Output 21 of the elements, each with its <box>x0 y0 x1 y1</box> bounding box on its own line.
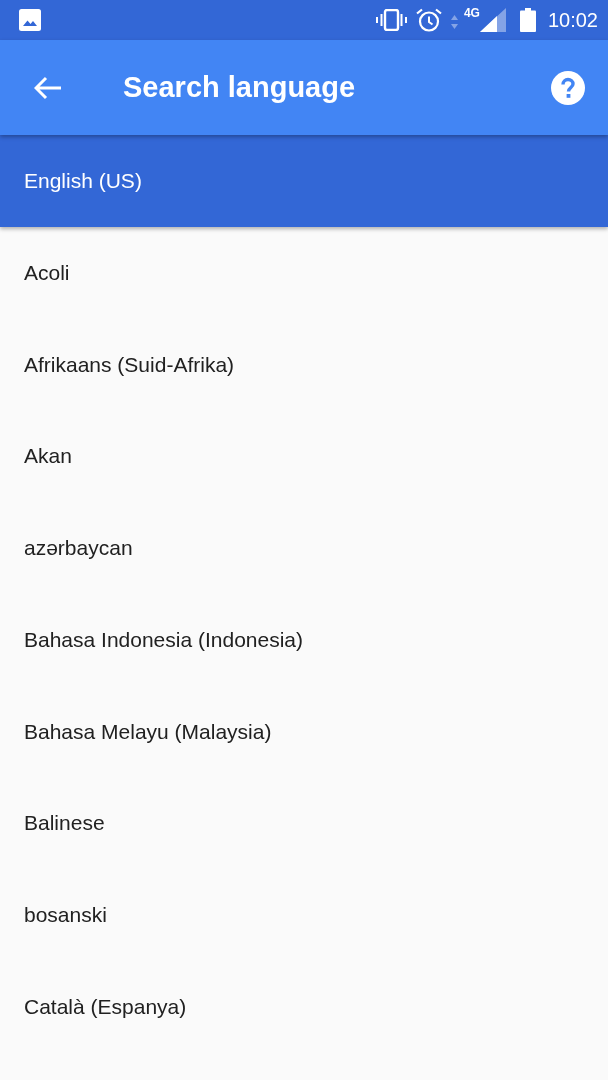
language-item[interactable]: Afrikaans (Suid-Afrika) <box>0 318 608 411</box>
help-icon <box>551 70 585 105</box>
app-bar-title: Search language <box>123 73 356 102</box>
language-item[interactable]: bosanski <box>0 868 608 961</box>
image-icon <box>19 9 41 31</box>
signal-icon <box>479 8 506 32</box>
network-type: 4G <box>463 7 480 19</box>
language-item[interactable]: Acoli <box>0 227 608 319</box>
language-item[interactable]: Català (Espanya) <box>0 960 608 1053</box>
data-arrows-icon <box>450 15 458 29</box>
battery-icon <box>519 8 536 32</box>
alarm-icon <box>415 8 442 32</box>
language-item[interactable]: Bahasa Indonesia (Indonesia) <box>0 593 608 686</box>
language-item[interactable]: Balinese <box>0 777 608 869</box>
language-item[interactable]: Akan <box>0 410 608 503</box>
language-item[interactable]: Bahasa Melayu (Malaysia) <box>0 685 608 778</box>
clock-time: 10:02 <box>547 10 598 30</box>
language-item[interactable]: azərbaycan <box>0 502 608 594</box>
vibrate-icon <box>375 9 407 31</box>
language-item[interactable]: English (US) <box>0 135 608 227</box>
back-arrow-icon <box>34 75 62 100</box>
